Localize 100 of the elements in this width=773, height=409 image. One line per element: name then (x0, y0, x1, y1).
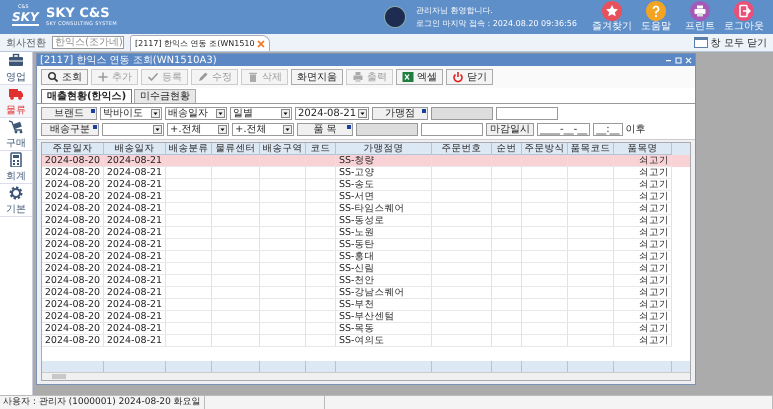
table-row[interactable]: 2024-08-20 2024-08-21 SS-신림 쇠고기 (42, 263, 690, 275)
corner-mark (91, 109, 95, 113)
search-icon (47, 71, 59, 83)
last-login-text: 로그인 마지막 접속 : 2024.08.20 09:36:56 (416, 18, 577, 29)
table-cell: SS-동탄 (336, 239, 432, 251)
table-cell: SS-목동 (336, 323, 432, 335)
filter-button[interactable]: 가맹점 (372, 107, 428, 120)
table-cell: SS-홍대 (336, 251, 432, 263)
window-title: [2117] 한익스 연동 조회(WN1510A3) (40, 54, 218, 66)
table-cell: 2024-08-21 (104, 155, 166, 167)
select-field[interactable]: 박바이도 (100, 107, 162, 120)
close-icon (256, 40, 265, 48)
table-cell: 2024-08-21 (104, 239, 166, 251)
briefcase-icon (8, 52, 24, 68)
sidebar-item[interactable]: 구매 (0, 118, 32, 151)
table-cell: 2024-08-20 (42, 191, 104, 203)
select-field[interactable]: +.전체 (167, 122, 229, 136)
field-label: 마감일시 (486, 122, 534, 136)
field-text: 이후 (626, 123, 646, 136)
input-field[interactable] (496, 107, 558, 120)
table-cell: 2024-08-20 (42, 239, 104, 251)
table-cell: 2024-08-20 (42, 287, 104, 299)
printer-icon (352, 71, 364, 83)
table-cell: 2024-08-20 (42, 323, 104, 335)
filter-button[interactable]: 배송구분 (41, 122, 99, 136)
table-cell: SS-청량 (336, 155, 432, 167)
select-field[interactable]: 2024-08-21 (295, 107, 370, 120)
table-cell: 쇠고기 (614, 323, 672, 335)
table-row[interactable]: 2024-08-20 2024-08-21 SS-동탄 쇠고기 (42, 239, 690, 251)
table-row[interactable]: 2024-08-20 2024-08-21 SS-목동 쇠고기 (42, 323, 690, 335)
table-row[interactable]: 2024-08-20 2024-08-21 SS-고양 쇠고기 (42, 167, 690, 179)
horizontal-scrollbar[interactable] (42, 372, 690, 380)
table-cell: 2024-08-20 (42, 251, 104, 263)
table-cell: 2024-08-21 (104, 191, 166, 203)
table-row[interactable]: 2024-08-20 2024-08-21 SS-천안 쇠고기 (42, 275, 690, 287)
table-row[interactable]: 2024-08-20 2024-08-21 SS-부산센텀 쇠고기 (42, 311, 690, 323)
status-text: 사용자 : 관리자 (1000001) 2024-08-20 화요일 (0, 396, 205, 409)
table-cell: 2024-08-21 (104, 299, 166, 311)
toolbar-button[interactable]: 엑셀 (396, 69, 443, 85)
sidebar-item[interactable]: 영업 (0, 52, 32, 85)
toolbar-button[interactable]: 조회 (41, 69, 88, 85)
table-cell: 2024-08-21 (104, 335, 166, 347)
filter-button[interactable]: 브랜드 (41, 107, 97, 120)
close-all-button[interactable]: 창 모두 닫기 (694, 36, 767, 50)
check-icon (147, 71, 159, 83)
restore-icon (675, 56, 682, 64)
table-cell: 2024-08-20 (42, 179, 104, 191)
table-cell: 쇠고기 (614, 299, 672, 311)
plus-icon (97, 71, 109, 83)
company-select[interactable]: 한익스(조가네) (52, 36, 124, 49)
logo-text: SKY (12, 11, 39, 26)
table-cell: 2024-08-21 (104, 263, 166, 275)
filter-button[interactable]: 품 목 (297, 122, 353, 136)
input-field[interactable]: __:__ (593, 122, 623, 136)
table-cell: 쇠고기 (614, 275, 672, 287)
tab[interactable]: 매출현황(한익스) (41, 89, 132, 103)
table-cell: SS-부천 (336, 299, 432, 311)
toolbar-button[interactable]: 화면지움 (291, 69, 343, 85)
table-row[interactable]: 2024-08-20 2024-08-21 SS-강남스퀘어 쇠고기 (42, 287, 690, 299)
table-cell: 2024-08-20 (42, 203, 104, 215)
photo-placeholder (384, 6, 406, 28)
sidebar-item[interactable]: 물류 (0, 85, 32, 118)
table-row[interactable]: 2024-08-20 2024-08-21 SS-타임스퀘어 쇠고기 (42, 203, 690, 215)
table-cell: 쇠고기 (614, 191, 672, 203)
table-cell: 쇠고기 (614, 155, 672, 167)
table-cell: 2024-08-20 (42, 227, 104, 239)
table-row[interactable]: 2024-08-20 2024-08-21 SS-동성로 쇠고기 (42, 215, 690, 227)
table-cell: 2024-08-20 (42, 299, 104, 311)
input-field[interactable]: ____-__-__ (537, 122, 590, 136)
table-row[interactable]: 2024-08-20 2024-08-21 SS-홍대 쇠고기 (42, 251, 690, 263)
table-cell: 쇠고기 (614, 311, 672, 323)
table-cell: 2024-08-21 (104, 227, 166, 239)
company-label: 회사전환 (6, 36, 46, 50)
calculator-icon (8, 152, 24, 166)
table-cell: 2024-08-20 (42, 263, 104, 275)
table-cell: 2024-08-21 (104, 203, 166, 215)
select-field[interactable]: 배송일자 (165, 107, 227, 120)
window-tab[interactable]: [2117] 한익스 연동 조(WN1510 (130, 35, 270, 51)
toolbar-button[interactable]: 닫기 (446, 69, 493, 85)
select-field[interactable] (102, 122, 164, 136)
table-cell: 2024-08-21 (104, 323, 166, 335)
window-icon (694, 37, 708, 48)
table-row[interactable]: 2024-08-20 2024-08-21 SS-노원 쇠고기 (42, 227, 690, 239)
select-field[interactable]: +.전체 (232, 122, 294, 136)
table-row[interactable]: 2024-08-20 2024-08-21 SS-여의도 쇠고기 (42, 335, 690, 347)
pencil-icon (197, 71, 209, 83)
table-cell: 쇠고기 (614, 287, 672, 299)
table-cell: SS-강남스퀘어 (336, 287, 432, 299)
table-row[interactable]: 2024-08-20 2024-08-21 SS-청량 쇠고기 (42, 155, 690, 167)
table-cell: 2024-08-21 (104, 287, 166, 299)
select-field[interactable]: 일별 (230, 107, 292, 120)
table-cell: 쇠고기 (614, 179, 672, 191)
sidebar-item[interactable]: 기본 (0, 184, 32, 217)
input-field[interactable] (421, 122, 483, 136)
table-row[interactable]: 2024-08-20 2024-08-21 SS-송도 쇠고기 (42, 179, 690, 191)
table-row[interactable]: 2024-08-20 2024-08-21 SS-부천 쇠고기 (42, 299, 690, 311)
table-row[interactable]: 2024-08-20 2024-08-21 SS-서면 쇠고기 (42, 191, 690, 203)
tab[interactable]: 미수금현황 (134, 89, 196, 103)
table-cell: 2024-08-20 (42, 335, 104, 347)
sidebar-item[interactable]: 회계 (0, 151, 32, 184)
